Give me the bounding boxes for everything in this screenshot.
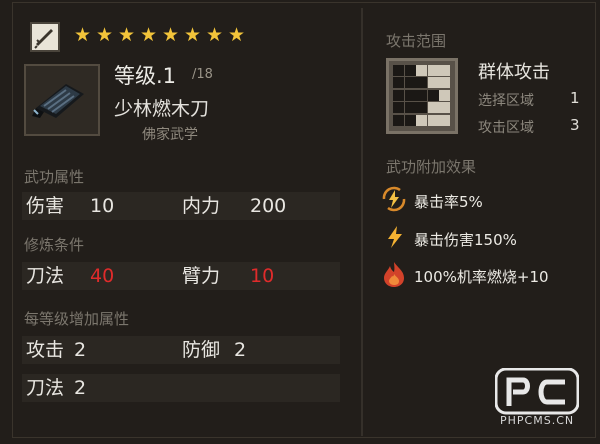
attack-label: 攻击 bbox=[26, 339, 65, 361]
range-cell bbox=[439, 102, 450, 114]
range-cell bbox=[427, 114, 439, 126]
range-cell bbox=[427, 102, 439, 114]
star-icon: ★ bbox=[162, 24, 180, 46]
watermark-text: PHPCMS.CN bbox=[500, 414, 575, 427]
effect-crit-damage: 暴击伤害150% bbox=[414, 231, 517, 249]
item-icon-box[interactable] bbox=[24, 64, 100, 136]
range-cell bbox=[393, 102, 404, 114]
range-grid-cells bbox=[393, 65, 451, 127]
per-level-row: 刀法 2 bbox=[22, 374, 340, 402]
attack-value: 2 bbox=[74, 339, 87, 361]
effect-crit-rate: 暴击率5% bbox=[414, 193, 483, 211]
skill-name: 少林燃木刀 bbox=[114, 98, 210, 120]
blade-req-label: 刀法 bbox=[26, 265, 65, 287]
stats-row: 伤害 10 内力 200 bbox=[22, 192, 340, 220]
range-cell bbox=[404, 89, 416, 101]
inner-power-value: 200 bbox=[250, 195, 287, 217]
per-level-row: 攻击 2 防御 2 bbox=[22, 336, 340, 364]
attack-area-value: 3 bbox=[570, 116, 580, 134]
damage-label: 伤害 bbox=[26, 195, 65, 217]
star-icon: ★ bbox=[184, 24, 202, 46]
lightning-circle-icon bbox=[381, 186, 407, 212]
level-max: /18 bbox=[192, 67, 213, 82]
effects-section-title: 武功附加效果 bbox=[386, 158, 477, 176]
range-type: 群体攻击 bbox=[478, 62, 550, 83]
defense-label: 防御 bbox=[182, 339, 221, 361]
range-cell bbox=[393, 89, 404, 101]
range-cell bbox=[393, 65, 404, 76]
requirements-row: 刀法 40 臂力 10 bbox=[22, 262, 340, 290]
star-icon: ★ bbox=[140, 24, 158, 46]
sword-type-icon bbox=[30, 22, 60, 52]
skill-school: 佛家武学 bbox=[142, 127, 198, 143]
skill-tooltip-panel: ★ ★ ★ ★ ★ ★ ★ ★ 等级.1 /18 少林燃木刀 佛家武学 武功属性… bbox=[0, 0, 600, 444]
blade-bonus-value: 2 bbox=[74, 377, 87, 399]
range-cell bbox=[439, 89, 450, 101]
level-label: 等级.1 bbox=[114, 64, 177, 88]
star-icon: ★ bbox=[96, 24, 114, 46]
range-cell bbox=[439, 65, 450, 76]
star-icon: ★ bbox=[74, 24, 92, 46]
blade-req-value: 40 bbox=[90, 265, 115, 287]
column-divider bbox=[361, 8, 363, 436]
range-cell bbox=[416, 102, 427, 114]
range-cell bbox=[404, 102, 416, 114]
range-cell bbox=[416, 77, 427, 89]
range-cell bbox=[427, 77, 439, 89]
lightning-icon bbox=[382, 224, 408, 250]
select-area-value: 1 bbox=[570, 89, 580, 107]
range-cell bbox=[416, 114, 427, 126]
range-cell bbox=[404, 65, 416, 76]
range-cell bbox=[439, 77, 450, 89]
arm-req-label: 臂力 bbox=[182, 265, 221, 287]
damage-value: 10 bbox=[90, 195, 115, 217]
star-icon: ★ bbox=[228, 24, 246, 46]
range-cell bbox=[416, 65, 427, 76]
range-section-title: 攻击范围 bbox=[386, 32, 447, 50]
defense-value: 2 bbox=[234, 339, 247, 361]
range-cell bbox=[404, 114, 416, 126]
per-level-section-title: 每等级增加属性 bbox=[24, 310, 130, 328]
attack-range-grid bbox=[386, 58, 458, 134]
select-area-label: 选择区域 bbox=[478, 93, 534, 109]
range-cell bbox=[393, 77, 404, 89]
fire-icon bbox=[380, 260, 406, 287]
attack-area-label: 攻击区域 bbox=[478, 120, 534, 136]
range-cell bbox=[404, 77, 416, 89]
range-cell bbox=[427, 89, 439, 101]
range-cell bbox=[439, 114, 450, 126]
range-cell bbox=[427, 65, 439, 76]
range-cell bbox=[393, 114, 404, 126]
effect-burn: 100%机率燃烧+10 bbox=[414, 268, 549, 286]
inner-power-label: 内力 bbox=[182, 195, 221, 217]
arm-req-value: 10 bbox=[250, 265, 275, 287]
stats-section-title: 武功属性 bbox=[24, 168, 85, 186]
blade-bonus-label: 刀法 bbox=[26, 377, 65, 399]
star-icon: ★ bbox=[206, 24, 224, 46]
star-icon: ★ bbox=[118, 24, 136, 46]
range-cell bbox=[416, 89, 427, 101]
dark-blade-item-icon bbox=[32, 84, 84, 118]
requirements-section-title: 修炼条件 bbox=[24, 236, 85, 254]
